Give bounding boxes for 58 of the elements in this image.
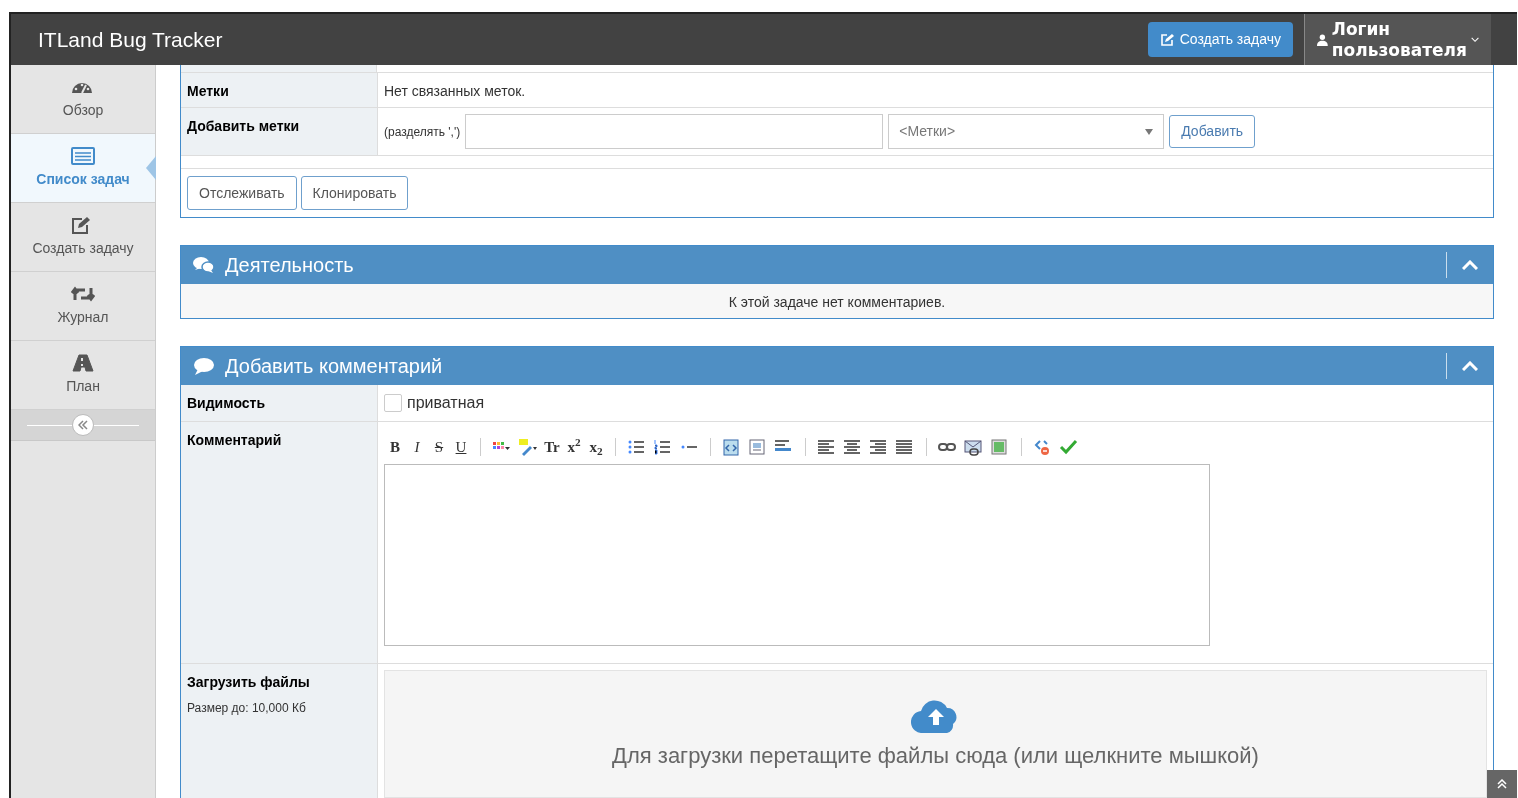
selection-pointer	[146, 156, 156, 180]
numbered-list-icon	[653, 438, 673, 456]
envelope-icon	[964, 438, 984, 456]
empty-message: К этой задаче нет комментариев.	[181, 284, 1493, 318]
action-button[interactable]: Клонировать	[300, 176, 409, 210]
align-justify-icon	[895, 438, 915, 456]
format-button[interactable]: U	[450, 436, 472, 458]
collapse-button[interactable]	[72, 414, 94, 436]
dropzone-text: Для загрузки перетащите файлы сюда (или щелкните мышкой)	[612, 742, 1259, 770]
tags-select[interactable]: <Метки>	[888, 114, 1165, 149]
align-center-icon	[843, 438, 863, 456]
dropdown-arrow-icon	[1145, 128, 1154, 135]
chevron-up-icon	[1462, 361, 1478, 371]
dash-list-icon	[680, 445, 698, 449]
action-button[interactable]: Отслеживать	[187, 176, 297, 210]
list-icon	[71, 146, 95, 165]
field-hint: (разделять ',')	[384, 123, 461, 141]
panel-title: Деятельность	[225, 253, 355, 278]
field-value: Нет связанных меток.	[383, 82, 527, 101]
format-button[interactable]: x$_{2}$	[585, 436, 607, 458]
file-dropzone[interactable]: Для загрузки перетащите файлы сюда (или щелкните мышкой)	[384, 670, 1487, 798]
comment-icon	[193, 357, 215, 375]
bullet-list-icon	[627, 438, 647, 456]
chevron-up-icon	[1462, 260, 1478, 270]
plan-icon	[71, 353, 95, 372]
field-label: Загрузить файлы	[187, 673, 311, 692]
code-icon	[722, 438, 742, 456]
panel-title: Добавить комментарий	[225, 354, 444, 379]
format-button[interactable]: Tr	[541, 436, 563, 458]
quote-icon	[748, 438, 768, 456]
add-tag-button[interactable]: Добавить	[1169, 115, 1256, 148]
field-label: Комментарий	[181, 422, 378, 663]
double-chevron-up-icon	[1497, 779, 1507, 789]
double-chevron-left-icon	[78, 420, 88, 430]
edit-icon	[1159, 32, 1174, 47]
align-right-icon	[869, 438, 889, 456]
checkbox[interactable]	[384, 394, 402, 412]
format-button[interactable]: x$^{2}$	[563, 436, 585, 458]
field-label: Добавить метки	[181, 108, 378, 155]
align-left-icon	[817, 438, 837, 456]
checkbox-label: приватная	[407, 393, 485, 413]
app-title: ITLand Bug Tracker	[38, 26, 223, 53]
comments-icon	[193, 256, 215, 274]
format-button[interactable]: S	[428, 436, 450, 458]
create-task-button[interactable]: Создать задачу	[1147, 22, 1293, 57]
field-label: Видимость	[181, 385, 378, 421]
tags-input[interactable]	[465, 114, 884, 149]
scroll-top-button[interactable]	[1487, 770, 1517, 798]
image-icon	[990, 438, 1010, 456]
check-icon	[1059, 438, 1079, 456]
format-button[interactable]: I	[406, 436, 428, 458]
user-menu[interactable]: Логин пользователя	[1305, 14, 1491, 65]
size-limit-note: Размер до: 10,000 Кб	[187, 700, 307, 717]
chevron-down-icon	[1470, 35, 1479, 44]
format-button[interactable]: B	[384, 436, 406, 458]
field-label: Метки	[181, 73, 378, 107]
journal-icon	[71, 284, 95, 303]
highlighter-icon	[518, 438, 538, 456]
